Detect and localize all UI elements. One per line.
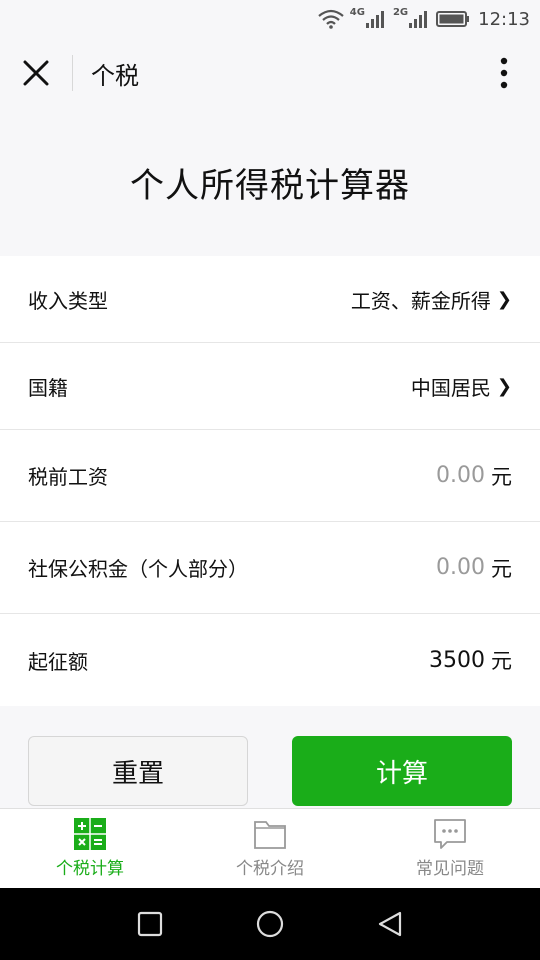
network-label-1: 4G	[349, 7, 365, 18]
nationality-row[interactable]: 国籍 中国居民 ❯	[0, 343, 540, 430]
chat-bubble-icon	[434, 819, 466, 849]
nationality-select[interactable]: 中国居民 ❯	[411, 372, 512, 401]
home-icon[interactable]	[255, 909, 285, 939]
calculator-icon	[74, 818, 106, 850]
income-type-row[interactable]: 收入类型 工资、薪金所得 ❯	[0, 256, 540, 343]
folder-icon	[254, 821, 286, 849]
status-bar: 4G 2G 12:13	[0, 0, 540, 38]
social-insurance-label: 社保公积金（个人部分）	[28, 557, 248, 581]
nav-divider	[72, 55, 73, 91]
income-type-label: 收入类型	[28, 288, 108, 313]
clock: 12:13	[478, 8, 530, 30]
battery-icon	[436, 10, 470, 28]
nav-bar: 个税	[0, 38, 540, 108]
wifi-icon	[318, 9, 344, 29]
pretax-salary-unit: 元	[491, 464, 512, 489]
network-label-2: 2G	[392, 7, 409, 18]
back-icon[interactable]	[376, 910, 404, 938]
tab-tax-calc-label: 个税计算	[56, 859, 124, 879]
tab-tax-intro[interactable]: 个税介绍	[180, 809, 360, 888]
threshold-row: 起征额 3500 元	[0, 614, 540, 706]
chevron-right-icon: ❯	[496, 375, 512, 397]
chevron-right-icon: ❯	[496, 288, 512, 310]
tab-tax-calc[interactable]: 个税计算	[0, 809, 180, 888]
action-buttons: 重置 计算	[0, 736, 540, 808]
threshold-unit: 元	[491, 649, 512, 673]
calculate-button[interactable]: 计算	[292, 736, 512, 806]
tax-form: 收入类型 工资、薪金所得 ❯ 国籍 中国居民 ❯ 税前工资 0.00 元 社保公…	[0, 256, 540, 706]
pretax-salary-label: 税前工资	[28, 465, 108, 489]
page-title: 个人所得税计算器	[130, 165, 410, 206]
more-vertical-icon	[500, 57, 508, 89]
recents-icon[interactable]	[136, 910, 164, 938]
social-insurance-input[interactable]: 0.00	[436, 555, 485, 580]
tab-faq[interactable]: 常见问题	[360, 809, 540, 888]
tab-bar: 个税计算 个税介绍 常见问题	[0, 808, 540, 888]
reset-button[interactable]: 重置	[28, 736, 248, 806]
nationality-value: 中国居民	[410, 375, 491, 400]
social-insurance-unit: 元	[491, 556, 512, 581]
social-insurance-row: 社保公积金（个人部分） 0.00 元	[0, 522, 540, 614]
income-type-value: 工资、薪金所得	[350, 288, 491, 313]
tab-tax-intro-label: 个税介绍	[236, 859, 304, 879]
pretax-salary-row: 税前工资 0.00 元	[0, 430, 540, 522]
nationality-label: 国籍	[28, 375, 68, 400]
more-button[interactable]	[486, 53, 522, 93]
threshold-input[interactable]: 3500	[429, 648, 485, 673]
close-button[interactable]	[0, 38, 72, 108]
tab-faq-label: 常见问题	[416, 859, 484, 879]
close-icon	[23, 60, 49, 86]
system-nav-bar	[0, 888, 540, 960]
threshold-label: 起征额	[28, 649, 88, 674]
signal-4g-icon: 4G	[349, 7, 387, 29]
income-type-select[interactable]: 工资、薪金所得 ❯	[351, 285, 512, 314]
nav-title: 个税	[91, 61, 139, 90]
signal-2g-icon: 2G	[392, 7, 430, 29]
pretax-salary-input[interactable]: 0.00	[436, 463, 485, 488]
